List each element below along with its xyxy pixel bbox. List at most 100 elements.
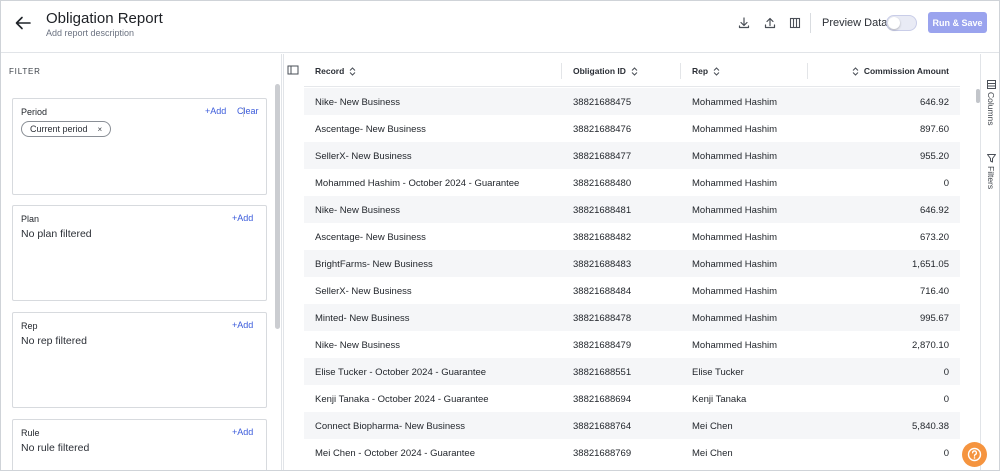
table-row[interactable]: Nike- New Business 38821688475 Mohammed Ha… — [304, 88, 960, 115]
column-header-label: Obligation ID — [573, 66, 626, 76]
obligation-id-cell: 38821688694 — [573, 394, 632, 405]
record-cell: Minted- New Business — [315, 313, 410, 324]
filter-card-rule: Rule +Add No rule filtered — [12, 419, 267, 470]
rep-add-link[interactable]: +Add — [232, 320, 253, 330]
column-header-label: Rep — [692, 66, 709, 76]
run-and-save-button[interactable]: Run & Save — [928, 12, 987, 33]
obligation-id-cell: 38821688478 — [573, 313, 632, 324]
report-description[interactable]: Add report description — [46, 28, 134, 38]
record-cell: Mohammed Hashim - October 2024 - Guarant… — [315, 178, 520, 189]
obligation-id-cell: 38821688482 — [573, 232, 632, 243]
header-divider — [810, 13, 811, 33]
commission-amount-cell: 0 — [943, 394, 949, 405]
columns-layout-icon — [789, 17, 801, 29]
column-resize-handle[interactable] — [807, 63, 808, 79]
obligation-id-cell: 38821688764 — [573, 421, 632, 432]
column-resize-handle[interactable] — [680, 63, 681, 79]
sort-icon — [713, 66, 720, 76]
record-cell: Ascentage- New Business — [315, 232, 426, 243]
commission-amount-cell: 646.92 — [919, 97, 949, 108]
record-cell: Ascentage- New Business — [315, 124, 426, 135]
rep-cell: Mohammed Hashim — [692, 340, 777, 351]
plan-add-link[interactable]: +Add — [232, 213, 253, 223]
chip-label: Current period — [30, 124, 88, 134]
record-cell: Nike- New Business — [315, 340, 400, 351]
commission-amount-cell: 716.40 — [919, 286, 949, 297]
help-button[interactable] — [962, 442, 987, 467]
table-row[interactable]: Nike- New Business 38821688479 Mohammed Ha… — [304, 331, 960, 358]
rep-cell: Mohammed Hashim — [692, 205, 777, 216]
column-header-commission-amount[interactable]: Commission Amount — [852, 66, 949, 76]
sort-icon — [852, 66, 859, 76]
columns-panel-button[interactable]: Columns — [985, 80, 997, 126]
upload-icon — [764, 17, 776, 29]
report-header: Obligation Report Add report description… — [1, 1, 999, 53]
period-clear-link[interactable]: Clear — [237, 106, 259, 116]
table-row[interactable]: BrightFarms- New Business 38821688483 Moha… — [304, 250, 960, 277]
filter-card-rep: Rep +Add No rep filtered — [12, 312, 267, 408]
preview-data-toggle[interactable] — [886, 15, 917, 31]
table-row[interactable]: SellerX- New Business 38821688477 Mohammed… — [304, 142, 960, 169]
record-cell: Mei Chen - October 2024 - Guarantee — [315, 448, 476, 459]
table-row[interactable]: Kenji Tanaka - October 2024 - Guarantee 3… — [304, 385, 960, 412]
sort-icon — [631, 66, 638, 76]
table-row[interactable]: Minted- New Business 38821688478 Mohammed … — [304, 304, 960, 331]
obligation-id-cell: 38821688476 — [573, 124, 632, 135]
commission-amount-cell: 1,651.05 — [912, 259, 949, 270]
sort-icon — [349, 66, 356, 76]
obligation-id-cell: 38821688769 — [573, 448, 632, 459]
export-button[interactable] — [762, 15, 778, 31]
commission-amount-cell: 955.20 — [919, 151, 949, 162]
rule-empty-text: No rule filtered — [21, 442, 90, 454]
filter-card-plan: Plan +Add No plan filtered — [12, 205, 267, 301]
rep-cell: Kenji Tanaka — [692, 394, 747, 405]
record-cell: Kenji Tanaka - October 2024 - Guarantee — [315, 394, 489, 405]
back-button[interactable] — [13, 13, 33, 33]
rep-cell: Mohammed Hashim — [692, 124, 777, 135]
table-row[interactable]: Mei Chen - October 2024 - Guarantee 38821… — [304, 439, 960, 466]
layout-button[interactable] — [787, 15, 803, 31]
chip-remove-icon[interactable]: × — [98, 125, 103, 134]
question-icon — [967, 447, 982, 462]
column-header-record[interactable]: Record — [315, 66, 356, 76]
period-add-link[interactable]: +Add — [205, 106, 226, 116]
commission-amount-cell: 995.67 — [919, 313, 949, 324]
rep-cell: Elise Tucker — [692, 367, 744, 378]
table-row[interactable]: Elise Tucker - October 2024 - Guarantee 3… — [304, 358, 960, 385]
toggle-knob — [888, 17, 900, 29]
table-row[interactable]: SellerX- New Business 38821688484 Mohammed… — [304, 277, 960, 304]
filter-scrollbar[interactable] — [275, 84, 280, 329]
rep-cell: Mohammed Hashim — [692, 286, 777, 297]
filter-card-title: Period — [21, 107, 48, 117]
column-header-obligation-id[interactable]: Obligation ID — [573, 66, 638, 76]
filters-label: Filters — [986, 166, 996, 190]
commission-amount-cell: 0 — [943, 448, 949, 459]
commission-amount-cell: 673.20 — [919, 232, 949, 243]
filter-panel: FILTER Period +Add Clear Current period … — [1, 54, 282, 470]
table-body: Nike- New Business 38821688475 Mohammed Ha… — [304, 88, 960, 466]
side-rail: Columns Filters — [980, 54, 999, 470]
preview-data-label: Preview Data — [822, 17, 888, 29]
table-row[interactable]: Connect Biopharma- New Business 388216887… — [304, 412, 960, 439]
commission-amount-cell: 646.92 — [919, 205, 949, 216]
record-cell: SellerX- New Business — [315, 151, 412, 162]
column-resize-handle[interactable] — [561, 63, 562, 79]
rep-cell: Mohammed Hashim — [692, 313, 777, 324]
arrow-left-icon — [15, 16, 31, 30]
filters-panel-button[interactable]: Filters — [985, 154, 997, 189]
commission-amount-cell: 0 — [943, 367, 949, 378]
table-row[interactable]: Nike- New Business 38821688481 Mohammed Ha… — [304, 196, 960, 223]
table-row[interactable]: Ascentage- New Business 38821688476 Mohamm… — [304, 115, 960, 142]
rule-add-link[interactable]: +Add — [232, 427, 253, 437]
record-cell: Nike- New Business — [315, 97, 400, 108]
period-chip: Current period × — [21, 121, 112, 137]
obligation-id-cell: 38821688551 — [573, 367, 632, 378]
table-row[interactable]: Ascentage- New Business 38821688482 Mohamm… — [304, 223, 960, 250]
column-header-rep[interactable]: Rep — [692, 66, 720, 76]
rep-cell: Mohammed Hashim — [692, 178, 777, 189]
columns-icon — [986, 80, 996, 89]
table-row[interactable]: Mohammed Hashim - October 2024 - Guarant… — [304, 169, 960, 196]
page-title: Obligation Report — [46, 10, 163, 27]
download-button[interactable] — [736, 15, 752, 31]
collapse-filter-button[interactable] — [287, 63, 299, 75]
